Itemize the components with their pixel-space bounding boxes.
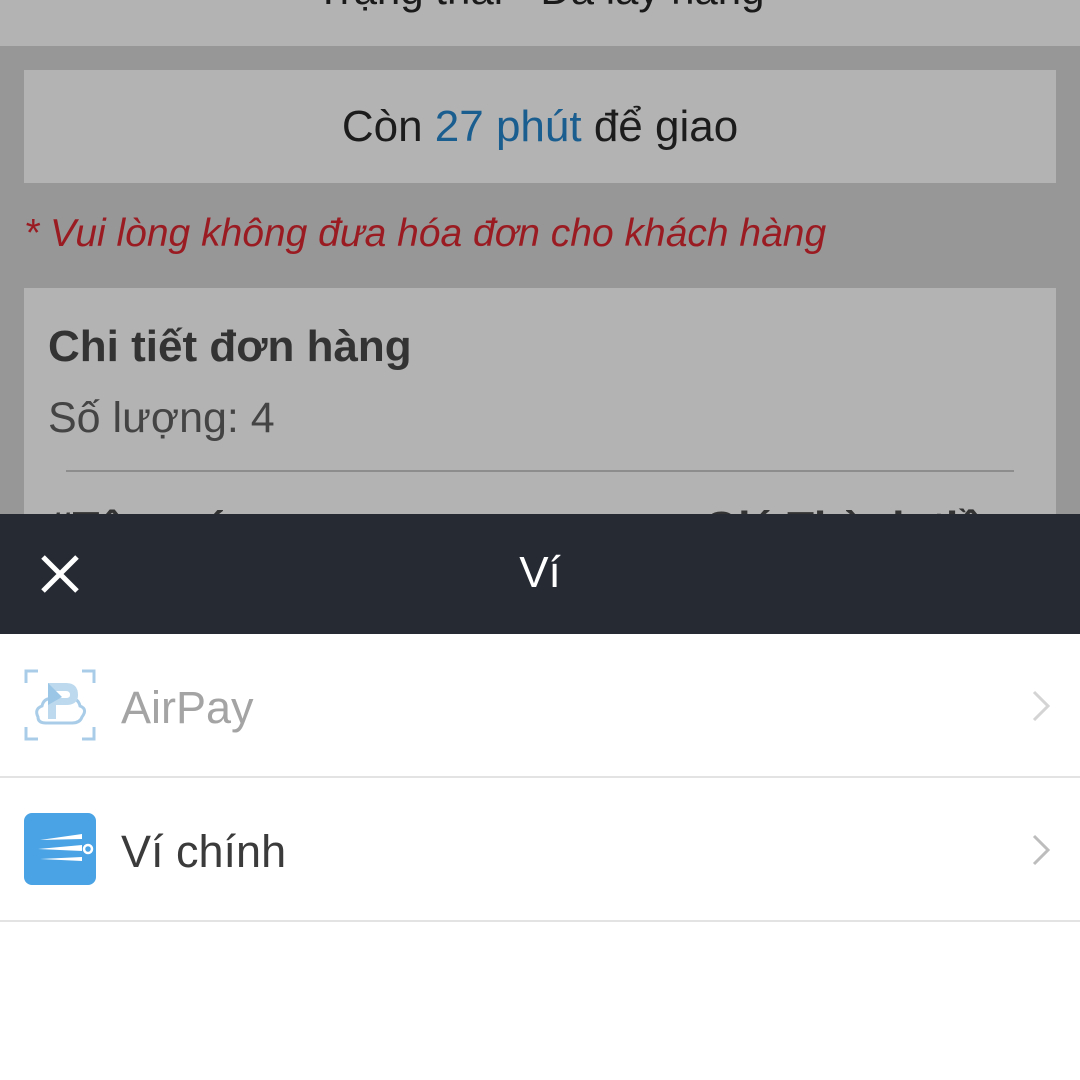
sheet-header: Ví <box>0 514 1080 634</box>
wallet-label-airpay: AirPay <box>121 682 254 733</box>
sheet-title: Ví <box>519 548 561 597</box>
airpay-logo-icon <box>24 669 96 741</box>
price-header: Giá Thành tiền <box>704 503 1010 514</box>
item-name-header: #Tên món <box>48 503 256 514</box>
delivery-countdown: Còn 27 phút để giao <box>24 70 1056 183</box>
order-status-text: Trạng thái - Đã lấy hàng <box>0 0 1080 14</box>
chevron-right-icon <box>1032 690 1051 722</box>
background-page: Trạng thái - Đã lấy hàng Còn 27 phút để … <box>0 0 1080 514</box>
wallet-main-icon <box>24 813 96 885</box>
order-detail-title: Chi tiết đơn hàng <box>48 322 412 371</box>
wallet-option-airpay[interactable]: AirPay <box>0 634 1080 778</box>
wallet-option-main[interactable]: Ví chính <box>0 778 1080 922</box>
invoice-notice: * Vui lòng không đưa hóa đơn cho khách h… <box>24 212 827 255</box>
wallet-list: AirPay Ví chính <box>0 634 1080 922</box>
wallet-label-main: Ví chính <box>121 826 287 877</box>
order-detail-card: Chi tiết đơn hàng Số lượng: 4 #Tên món G… <box>24 288 1056 514</box>
countdown-minutes: 27 phút <box>434 101 582 151</box>
chevron-right-icon <box>1032 834 1051 866</box>
wallet-bottom-sheet: Ví AirPay Ví chính <box>0 514 1080 1080</box>
countdown-prefix: Còn <box>341 101 435 151</box>
order-status-header: Trạng thái - Đã lấy hàng <box>0 0 1080 46</box>
order-quantity: Số lượng: 4 <box>48 394 275 442</box>
countdown-suffix: để giao <box>581 101 739 151</box>
divider <box>66 470 1014 472</box>
